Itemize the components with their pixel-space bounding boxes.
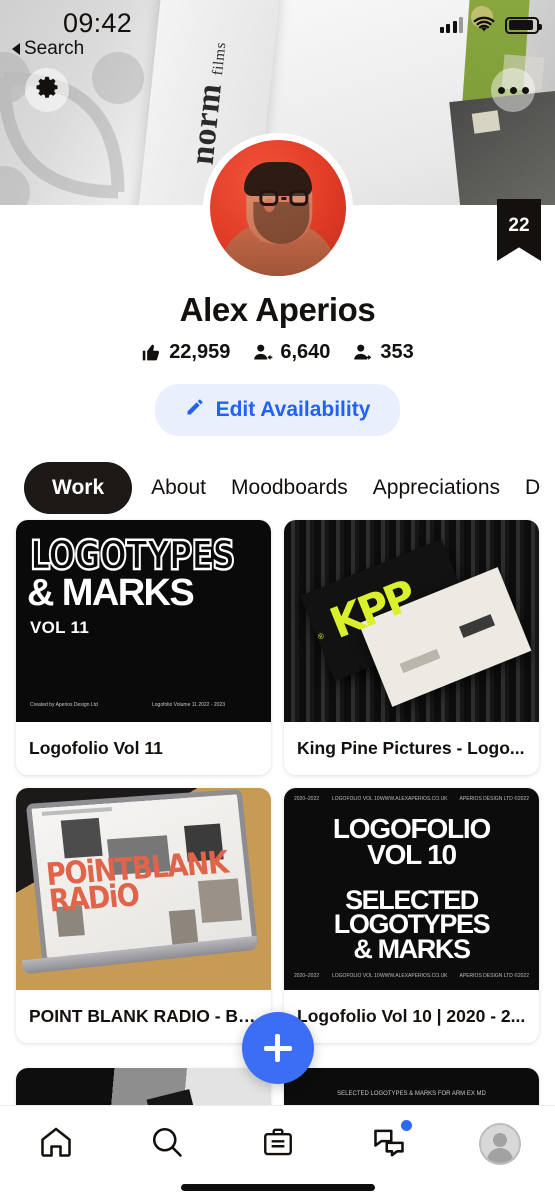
partial-thumb-text: SELECTED LOGOTYPES & MARKS FOR ARM EX MD: [337, 1091, 486, 1097]
thumb-meta-3: WWW.ALEXAPERIOS.CO.UK: [380, 796, 448, 802]
stat-followers[interactable]: 6,640: [252, 341, 330, 364]
gear-icon: [34, 75, 60, 106]
nav-search-button[interactable]: [132, 1120, 202, 1168]
project-thumbnail: POiNTBLANK RADiO: [16, 788, 271, 990]
project-card[interactable]: KPP ® King Pine Pictures - Logo...: [284, 520, 539, 775]
nav-profile-button[interactable]: [465, 1120, 535, 1168]
edit-availability-label: Edit Availability: [215, 398, 371, 421]
battery-icon: [505, 16, 542, 34]
jobs-briefcase-icon: [261, 1125, 295, 1164]
project-card[interactable]: LOGOTYPES & MARKS VOL 11 Created by Aper…: [16, 520, 271, 775]
thumb-meta-7: WWW.ALEXAPERIOS.CO.UK: [380, 972, 448, 979]
more-options-icon: [497, 86, 505, 94]
stat-appreciations-value: 22,959: [169, 341, 231, 363]
profile-header: 22 Alex Aperios 22,959 6,640 353 Edit Av…: [0, 133, 555, 514]
profile-avatar-icon: [478, 1123, 521, 1165]
more-options-button[interactable]: [491, 68, 535, 112]
stat-appreciations[interactable]: 22,959: [141, 341, 230, 364]
project-card[interactable]: 2020–2022 LOGOFOLIO VOL 10 WWW.ALEXAPERI…: [284, 788, 539, 1043]
followers-icon: [252, 342, 273, 363]
tab-drafts[interactable]: D: [519, 462, 546, 514]
project-thumbnail: LOGOTYPES & MARKS VOL 11 Created by Aper…: [16, 520, 271, 722]
thumbs-up-icon: [141, 342, 162, 363]
cover-detail-b: [471, 110, 501, 134]
cover-print-card-text: norm films: [183, 41, 230, 167]
following-icon: [352, 342, 373, 363]
status-indicators: [439, 16, 542, 34]
wifi-icon: [472, 16, 496, 34]
home-icon: [38, 1124, 74, 1165]
nav-messages-button[interactable]: [354, 1120, 424, 1168]
search-icon: [149, 1124, 185, 1165]
tab-work[interactable]: Work: [24, 462, 133, 514]
pencil-icon: [185, 397, 205, 423]
thumb-meta-4: APERIOS DESIGN LTD ©2022: [459, 796, 529, 802]
project-title: POINT BLANK RADIO - BR...: [29, 1006, 266, 1026]
messages-icon: [371, 1124, 407, 1165]
thumb-subheadline: SELECTED LOGOTYPES & MARKS: [333, 885, 491, 964]
status-time: 09:42: [63, 8, 133, 38]
project-thumbnail: KPP ®: [284, 520, 539, 722]
messages-unread-badge: [400, 1120, 412, 1131]
stat-followers-value: 6,640: [280, 341, 331, 363]
cellular-signal-icon: [439, 17, 463, 33]
thumb-meta-5: 2020–2022: [294, 972, 320, 979]
thumb-meta-8: APERIOS DESIGN LTD ©2022: [459, 972, 529, 979]
stat-following-value: 353: [380, 341, 414, 363]
back-to-search-button[interactable]: Search: [12, 38, 84, 60]
nav-home-button[interactable]: [21, 1120, 91, 1168]
tab-about[interactable]: About: [145, 462, 212, 514]
thumb-meta-6: LOGOFOLIO VOL 10: [332, 972, 380, 979]
thumb-headline: LOGOFOLIO VOL 10: [332, 813, 491, 870]
project-grid: LOGOTYPES & MARKS VOL 11 Created by Aper…: [0, 520, 555, 1043]
tab-appreciations[interactable]: Appreciations: [367, 462, 506, 514]
bottom-navigation: [0, 1105, 555, 1200]
back-arrow-icon: [12, 43, 20, 55]
app-screen: norm films 09:42 Search 22 Alex Aperios …: [0, 0, 555, 1200]
thumb-credit-left: Created by Aperios Design Ltd: [30, 701, 98, 708]
edit-availability-row: Edit Availability: [0, 384, 555, 436]
project-title: King Pine Pictures - Logo...: [297, 738, 525, 758]
thumb-line-2: & MARKS: [27, 572, 195, 614]
thumb-line-3: VOL 11: [30, 618, 90, 637]
thumb-meta-1: 2020–2022: [294, 796, 320, 802]
avatar[interactable]: [202, 133, 353, 283]
thumb-meta-2: LOGOFOLIO VOL 10: [332, 796, 380, 802]
project-thumbnail: 2020–2022 LOGOFOLIO VOL 10 WWW.ALEXAPERI…: [284, 788, 539, 990]
nav-jobs-button[interactable]: [243, 1120, 313, 1168]
home-indicator: [180, 1184, 375, 1191]
project-title: Logofolio Vol 10 | 2020 - 2...: [297, 1006, 526, 1026]
avatar-image: [209, 140, 346, 276]
project-card[interactable]: POiNTBLANK RADiO POINT BLANK RADIO - BR..…: [16, 788, 271, 1043]
status-bar: 09:42 Search: [0, 0, 555, 60]
project-title: Logofolio Vol 11: [29, 738, 163, 758]
profile-stats: 22,959 6,640 353: [0, 341, 555, 364]
add-project-button[interactable]: [241, 1012, 314, 1084]
thumb-credit-right: Logofolio Volume 11 2022 - 2023: [152, 701, 226, 708]
stat-following[interactable]: 353: [352, 341, 414, 364]
edit-availability-button[interactable]: Edit Availability: [154, 384, 401, 436]
profile-tabs[interactable]: Work About Moodboards Appreciations D: [0, 462, 555, 514]
back-label: Search: [24, 38, 85, 59]
tab-moodboards[interactable]: Moodboards: [225, 462, 354, 514]
settings-button[interactable]: [25, 68, 69, 112]
